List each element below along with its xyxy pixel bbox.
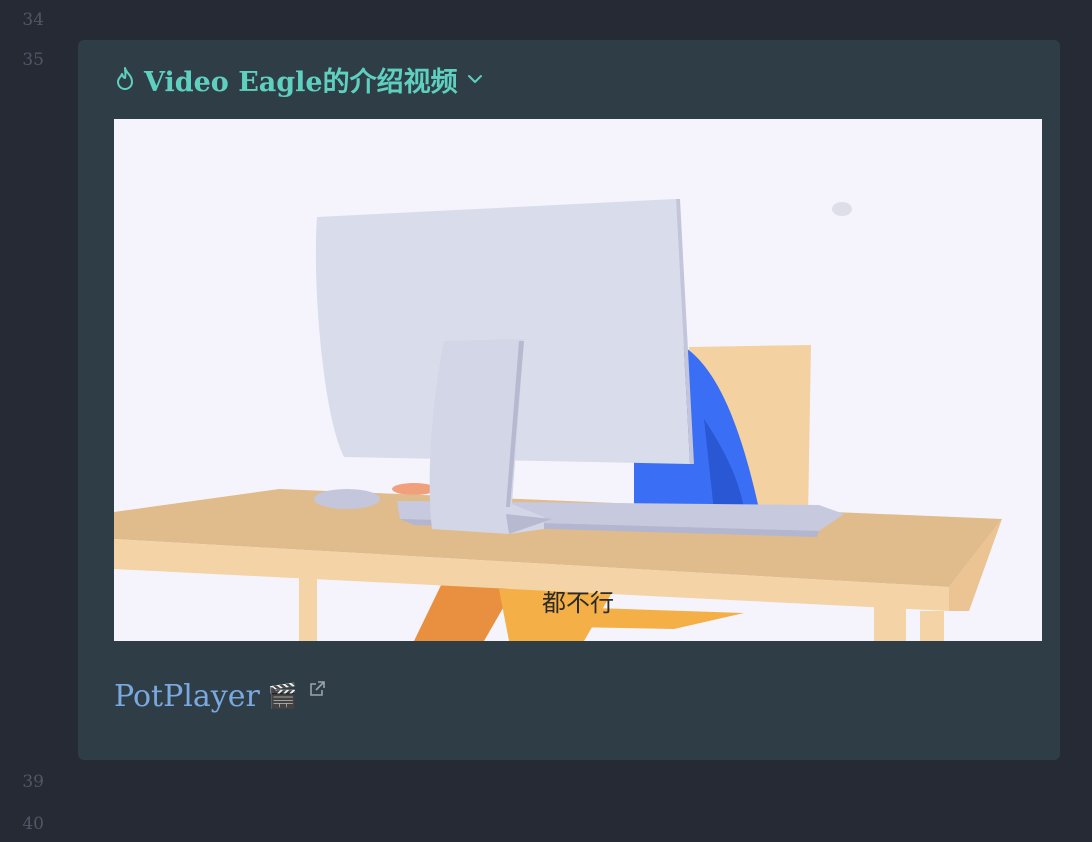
line-number: 39 (22, 772, 44, 792)
callout-title[interactable]: Video Eagle的介绍视频 (114, 60, 484, 98)
line-number: 40 (22, 814, 44, 834)
line-number: 35 (22, 50, 44, 70)
potplayer-link[interactable]: PotPlayer (114, 679, 260, 714)
external-link-icon[interactable] (308, 680, 326, 702)
fire-icon (114, 66, 136, 92)
clapperboard-emoji: 🎬 (267, 682, 298, 710)
video-frame-illustration (114, 119, 1042, 641)
video-player[interactable]: 都不行 (114, 119, 1042, 641)
callout-block: Video Eagle的介绍视频 都不行 PotPlayer 🎬 (78, 40, 1060, 760)
video-subtitle: 都不行 (542, 589, 614, 617)
link-row: PotPlayer 🎬 (114, 676, 326, 716)
callout-title-text: Video Eagle的介绍视频 (144, 66, 458, 98)
line-number: 34 (22, 10, 44, 30)
chevron-down-icon[interactable] (466, 70, 484, 88)
